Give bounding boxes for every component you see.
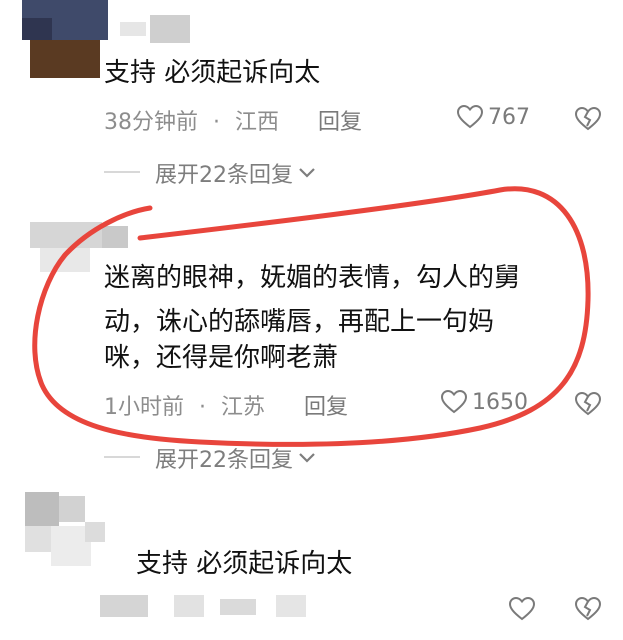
chevron-down-icon: [297, 451, 317, 465]
broken-heart-icon: [574, 391, 602, 417]
username-pixelated[interactable]: [102, 226, 128, 248]
separator-dot: ·: [199, 395, 206, 420]
comment-text: 支持 必须起诉向太: [136, 549, 353, 579]
chevron-down-icon: [297, 166, 317, 180]
avatar[interactable]: [25, 492, 105, 572]
like-count: 1650: [472, 389, 528, 415]
separator-dot: ·: [213, 110, 220, 135]
reply-divider: [104, 171, 140, 173]
expand-replies-button[interactable]: 展开22条回复: [155, 442, 317, 474]
expand-replies-button[interactable]: 展开22条回复: [155, 157, 317, 189]
heart-icon: [456, 104, 484, 130]
like-count: 767: [488, 104, 530, 130]
comment-meta: 38分钟前 · 江西: [104, 104, 279, 136]
avatar[interactable]: [22, 0, 108, 78]
dislike-button[interactable]: [574, 596, 602, 622]
location: 江苏: [221, 395, 266, 420]
reply-button[interactable]: 回复: [318, 104, 362, 136]
timestamp: 38分钟前: [104, 110, 198, 135]
like-button[interactable]: 1650: [440, 389, 528, 415]
like-button[interactable]: 767: [456, 104, 530, 130]
heart-icon: [508, 596, 536, 622]
dislike-button[interactable]: [574, 106, 602, 132]
reply-button[interactable]: 回复: [304, 389, 348, 421]
avatar[interactable]: [30, 222, 102, 272]
dislike-button[interactable]: [574, 391, 602, 417]
reply-divider: [104, 456, 140, 458]
comment-meta: 1小时前 · 江苏: [104, 389, 265, 421]
comment-text-line-3: 咪，还得是你啊老萧: [104, 343, 339, 373]
broken-heart-icon: [574, 596, 602, 622]
comment-text-line-2: 动，诛心的舔嘴唇，再配上一句妈: [104, 307, 495, 337]
username-pixelated[interactable]: [150, 15, 190, 43]
like-button[interactable]: [508, 596, 536, 622]
timestamp: 1小时前: [104, 395, 184, 420]
location: 江西: [235, 110, 280, 135]
expand-replies-label: 展开22条回复: [155, 163, 293, 188]
heart-icon: [440, 389, 468, 415]
comment-text-line-1: 迷离的眼神，妩媚的表情，勾人的舅: [104, 263, 521, 293]
expand-replies-label: 展开22条回复: [155, 448, 293, 473]
comment-text: 支持 必须起诉向太: [104, 58, 321, 88]
broken-heart-icon: [574, 106, 602, 132]
